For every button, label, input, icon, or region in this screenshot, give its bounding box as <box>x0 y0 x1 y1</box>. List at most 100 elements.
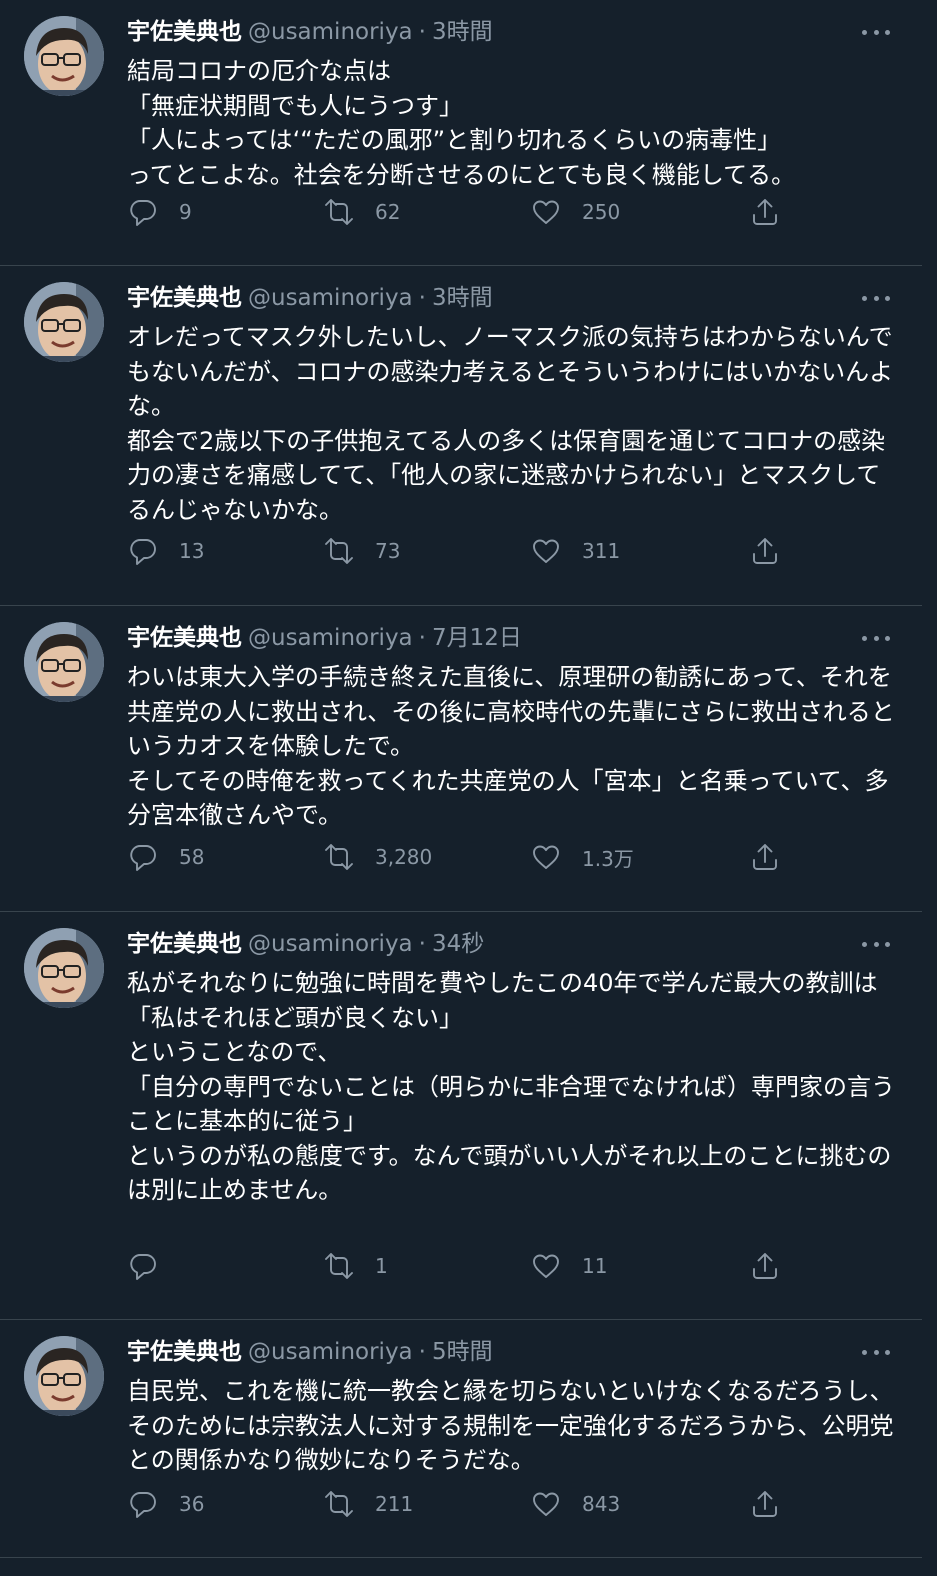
more-dot <box>885 635 890 641</box>
share-icon <box>753 538 777 564</box>
more-dot <box>873 29 879 35</box>
avatar-photo-icon <box>24 1336 104 1416</box>
retweet-icon <box>325 1253 353 1279</box>
author-name[interactable]: 宇佐美典也 <box>127 285 242 311</box>
share-button[interactable] <box>749 1487 781 1521</box>
heart-icon <box>533 1254 559 1278</box>
reply-icon <box>130 539 156 565</box>
more-horizontal-icon <box>862 29 867 35</box>
author-handle[interactable]: @usaminoriya <box>248 931 413 957</box>
timeline: 宇佐美典也 @usaminoriya · 3時間 結局コロナの厄介な点は 「無症状期間… <box>0 0 922 1576</box>
reply-button[interactable]: 9 <box>127 195 192 229</box>
more-options-button[interactable] <box>862 1342 890 1362</box>
reply-button[interactable] <box>127 1249 179 1283</box>
more-horizontal-icon <box>862 1349 867 1355</box>
like-button[interactable]: 311 <box>530 534 620 568</box>
retweet-count: 1 <box>375 1254 388 1278</box>
share-button[interactable] <box>749 534 781 568</box>
retweet-count: 73 <box>375 539 401 563</box>
avatar[interactable] <box>24 16 104 96</box>
share-button[interactable] <box>749 840 781 874</box>
like-count: 250 <box>582 200 621 224</box>
reply-count: 58 <box>179 845 205 869</box>
retweet-icon <box>325 1491 353 1517</box>
like-button[interactable]: 1.3万 <box>530 840 634 874</box>
separator-dot: · <box>418 19 426 45</box>
avatar-photo-icon <box>24 928 104 1008</box>
avatar[interactable] <box>24 1336 104 1416</box>
separator-dot: · <box>418 931 426 957</box>
like-count: 1.3万 <box>582 846 634 871</box>
more-options-button[interactable] <box>862 628 890 648</box>
tweet-actions: 1 11 <box>127 1249 787 1283</box>
tweet[interactable]: 宇佐美典也 @usaminoriya · 34秒 私がそれなりに勉強に時間を費やしたこ… <box>0 912 922 1320</box>
author-name[interactable]: 宇佐美典也 <box>127 19 242 45</box>
tweet[interactable]: 宇佐美典也 @usaminoriya · 7月12日 わいは東大入学の手続き終えた直後… <box>0 606 922 912</box>
more-dot <box>873 635 879 641</box>
like-button[interactable]: 11 <box>530 1249 607 1283</box>
avatar[interactable] <box>24 282 104 362</box>
tweet-text: 私がそれなりに勉強に時間を費やしたこの40年で学んだ最大の教訓は 「私はそれほど… <box>127 969 895 1204</box>
more-dot <box>885 1349 890 1355</box>
retweet-button[interactable]: 3,280 <box>323 840 432 874</box>
tweet-text: 自民党、これを機に統一教会と縁を切らないといけなくなるだろうし、そのためには宗教… <box>127 1377 894 1474</box>
tweet-actions: 58 3,280 1.3万 <box>127 840 787 874</box>
author-handle[interactable]: @usaminoriya <box>248 1339 413 1365</box>
share-icon <box>753 1253 777 1279</box>
timestamp[interactable]: 3時間 <box>432 19 493 45</box>
retweet-button[interactable]: 73 <box>323 534 400 568</box>
avatar-photo-icon <box>24 282 104 362</box>
avatar[interactable] <box>24 928 104 1008</box>
more-horizontal-icon <box>862 941 867 947</box>
author-handle[interactable]: @usaminoriya <box>248 625 413 651</box>
retweet-icon <box>325 844 353 870</box>
reply-button[interactable]: 13 <box>127 534 204 568</box>
separator-dot: · <box>418 1339 426 1365</box>
more-options-button[interactable] <box>862 22 890 42</box>
retweet-count: 3,280 <box>375 845 433 869</box>
reply-button[interactable]: 36 <box>127 1487 204 1521</box>
more-dot <box>873 941 879 947</box>
timestamp[interactable]: 34秒 <box>432 931 484 957</box>
more-options-button[interactable] <box>862 934 890 954</box>
retweet-count: 211 <box>375 1492 414 1516</box>
more-options-button[interactable] <box>862 288 890 308</box>
share-button[interactable] <box>749 1249 781 1283</box>
heart-icon <box>533 200 559 224</box>
reply-button[interactable]: 58 <box>127 840 204 874</box>
tweet-header: 宇佐美典也 @usaminoriya · 3時間 <box>127 15 493 49</box>
timestamp[interactable]: 3時間 <box>432 285 493 311</box>
tweet[interactable]: 宇佐美典也 @usaminoriya · 3時間 結局コロナの厄介な点は 「無症状期間… <box>0 0 922 266</box>
retweet-button[interactable]: 1 <box>323 1249 388 1283</box>
author-handle[interactable]: @usaminoriya <box>248 19 413 45</box>
author-handle[interactable]: @usaminoriya <box>248 285 413 311</box>
timestamp[interactable]: 7月12日 <box>432 625 522 651</box>
reply-icon <box>130 200 156 226</box>
more-dot <box>885 941 890 947</box>
retweet-button[interactable]: 211 <box>323 1487 413 1521</box>
like-button[interactable]: 250 <box>530 195 620 229</box>
author-name[interactable]: 宇佐美典也 <box>127 1339 242 1365</box>
more-dot <box>885 29 890 35</box>
author-name[interactable]: 宇佐美典也 <box>127 931 242 957</box>
tweet[interactable]: 宇佐美典也 @usaminoriya · 3時間 オレだってマスク外したいし、ノーマス… <box>0 266 922 606</box>
tweet[interactable]: 宇佐美典也 @usaminoriya · 5時間 自民党、これを機に統一教会と縁を切ら… <box>0 1320 922 1558</box>
share-icon <box>753 844 777 870</box>
more-dot <box>873 1349 879 1355</box>
more-dot <box>885 295 890 301</box>
reply-icon <box>130 1254 156 1280</box>
reply-icon <box>130 1492 156 1518</box>
tweet-header: 宇佐美典也 @usaminoriya · 3時間 <box>127 281 493 315</box>
share-button[interactable] <box>749 195 781 229</box>
tweet-actions: 9 62 250 <box>127 195 787 229</box>
like-button[interactable]: 843 <box>530 1487 620 1521</box>
tweet-header: 宇佐美典也 @usaminoriya · 5時間 <box>127 1335 493 1369</box>
retweet-button[interactable]: 62 <box>323 195 400 229</box>
retweet-count: 62 <box>375 200 401 224</box>
timestamp[interactable]: 5時間 <box>432 1339 493 1365</box>
avatar[interactable] <box>24 622 104 702</box>
author-name[interactable]: 宇佐美典也 <box>127 625 242 651</box>
like-count: 11 <box>582 1254 608 1278</box>
tweet-text: 結局コロナの厄介な点は 「無症状期間でも人にうつす」 「人によっては‘“ただの風… <box>127 57 796 189</box>
more-horizontal-icon <box>862 295 867 301</box>
